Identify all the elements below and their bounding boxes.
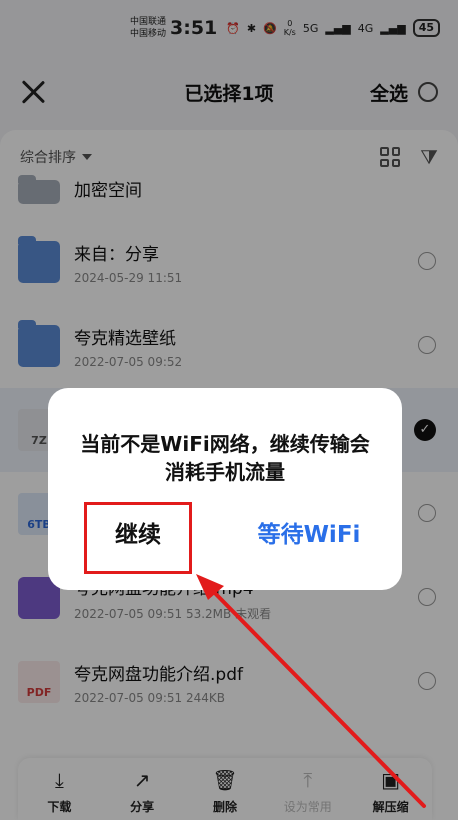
dialog-message: 当前不是WiFi网络，继续传输会消耗手机流量: [80, 432, 370, 484]
annotation-highlight-box: [84, 502, 192, 574]
wait-wifi-button[interactable]: 等待WiFi: [244, 512, 374, 558]
